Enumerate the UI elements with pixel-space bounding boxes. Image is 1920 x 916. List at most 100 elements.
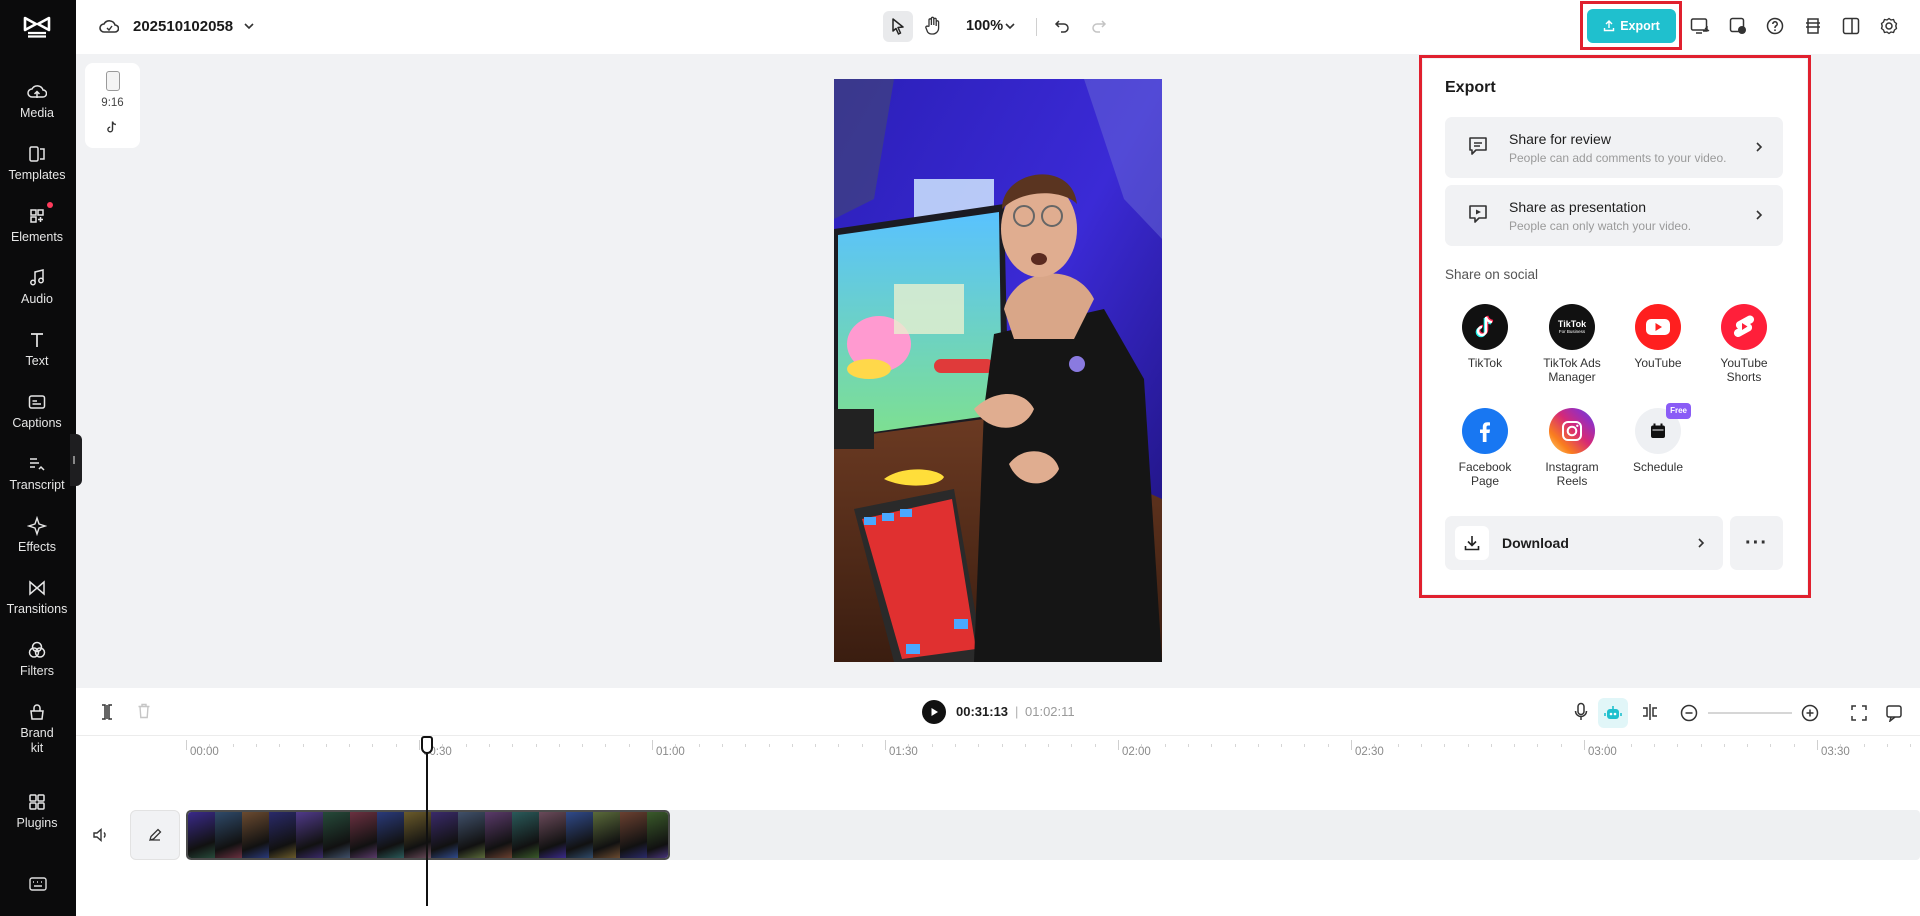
ruler-minor-tick	[512, 744, 514, 747]
zoom-in-icon[interactable]	[1801, 704, 1819, 722]
rail-collapse-handle[interactable]	[70, 434, 82, 486]
keyboard-icon[interactable]	[29, 877, 47, 891]
redo-icon[interactable]	[1091, 18, 1107, 34]
social-youtube[interactable]: YouTube	[1618, 304, 1698, 370]
video-clip[interactable]	[186, 810, 670, 860]
split-screen-icon[interactable]	[1641, 703, 1659, 721]
social-tiktok-label: TikTok	[1467, 356, 1503, 370]
layout-panel-icon[interactable]	[1842, 17, 1860, 35]
ruler-tick	[652, 740, 653, 750]
clip-thumbnail	[242, 812, 269, 858]
rail-item-text[interactable]: Text	[0, 330, 74, 369]
social-schedule[interactable]: Free Schedule	[1618, 403, 1698, 474]
ruler-minor-tick	[1560, 744, 1562, 747]
timeline[interactable]: 00:00 00:30 01:00 01:30 02:00 02:30 03:00 03:30	[76, 736, 1920, 916]
microphone-icon[interactable]	[1574, 702, 1588, 722]
social-instagram-reels[interactable]: Instagram Reels	[1532, 408, 1612, 488]
share-as-presentation-card[interactable]: Share as presentation People can only wa…	[1445, 185, 1783, 246]
ruler-minor-tick	[908, 744, 910, 747]
ruler-label: 01:30	[889, 746, 918, 758]
cloud-upload-icon	[27, 85, 47, 98]
chevron-down-icon[interactable]	[243, 22, 255, 30]
ruler-minor-tick	[815, 744, 817, 747]
ruler-minor-tick	[838, 744, 840, 747]
review-icon[interactable]	[1729, 17, 1747, 35]
share-as-presentation-title: Share as presentation	[1509, 199, 1646, 215]
project-title[interactable]: 202510102058	[133, 18, 233, 35]
pointer-icon[interactable]	[890, 17, 906, 35]
rail-item-plugins[interactable]: Plugins	[0, 792, 74, 831]
rail-item-brand-kit[interactable]: Brand kit	[0, 702, 74, 756]
download-button[interactable]: Download	[1445, 516, 1723, 570]
capcut-logo-icon[interactable]	[22, 14, 52, 40]
undo-icon[interactable]	[1054, 18, 1070, 34]
ruler-tick	[1351, 740, 1352, 750]
fit-screen-icon[interactable]	[1850, 704, 1868, 722]
video-preview[interactable]	[834, 79, 1162, 662]
rail-item-media[interactable]: Media	[0, 82, 74, 121]
playhead[interactable]	[425, 736, 428, 906]
share-as-presentation-subtitle: People can only watch your video.	[1509, 219, 1692, 233]
more-options-button[interactable]: ···	[1730, 516, 1783, 570]
social-tiktok-ads-manager[interactable]: TikTok For Business TikTok Ads Manager	[1532, 304, 1612, 384]
aspect-ratio-card[interactable]: 9:16	[85, 63, 140, 148]
rail-item-effects[interactable]: Effects	[0, 516, 74, 555]
calendar-icon: Free	[1635, 403, 1691, 454]
ruler-minor-tick	[1141, 744, 1143, 747]
edit-cover-button[interactable]	[130, 810, 180, 860]
ruler-minor-tick	[372, 744, 374, 747]
rail-item-filters[interactable]: Filters	[0, 640, 74, 679]
ruler-minor-tick	[349, 744, 351, 747]
playhead-handle[interactable]	[420, 736, 433, 754]
upload-icon	[1604, 20, 1615, 32]
music-note-icon	[30, 269, 44, 286]
layers-icon[interactable]	[1804, 17, 1822, 35]
comment-toggle-icon[interactable]	[1885, 704, 1903, 722]
tiktok-ads-icon: TikTok For Business	[1549, 304, 1595, 350]
settings-icon[interactable]	[1880, 17, 1898, 35]
plugins-icon	[29, 794, 45, 810]
export-panel: Export Share for review People can add c…	[1423, 59, 1807, 594]
ruler-minor-tick	[558, 744, 560, 747]
time-separator: |	[1015, 704, 1019, 719]
rail-item-captions[interactable]: Captions	[0, 392, 74, 431]
ai-robot-icon[interactable]	[1604, 704, 1622, 722]
rail-item-label: Transcript	[9, 478, 65, 492]
zoom-chevron-down-icon[interactable]	[1004, 22, 1016, 30]
rail-item-audio[interactable]: Audio	[0, 268, 74, 307]
timeline-zoom-slider[interactable]	[1708, 712, 1792, 714]
rail-item-label: Transitions	[6, 602, 68, 616]
share-on-social-label: Share on social	[1445, 267, 1539, 282]
rail-item-transitions[interactable]: Transitions	[0, 578, 74, 617]
social-tiktok[interactable]: TikTok	[1445, 304, 1525, 370]
present-icon[interactable]	[1690, 17, 1710, 35]
delete-icon[interactable]	[137, 703, 151, 719]
ruler-minor-tick	[1187, 744, 1189, 747]
cloud-sync-icon[interactable]	[99, 17, 119, 35]
pencil-icon	[149, 828, 162, 841]
ruler-minor-tick	[954, 744, 956, 747]
ruler-minor-tick	[1537, 744, 1539, 747]
hand-icon[interactable]	[924, 16, 942, 36]
zoom-level[interactable]: 100%	[966, 18, 1003, 34]
split-icon[interactable]	[100, 703, 114, 721]
share-for-review-card[interactable]: Share for review People can add comments…	[1445, 117, 1783, 178]
aspect-ratio-label: 9:16	[101, 97, 124, 109]
chevron-right-icon	[1698, 538, 1705, 548]
ruler-minor-tick	[582, 744, 584, 747]
rail-item-transcript[interactable]: Transcript	[0, 454, 74, 493]
volume-icon[interactable]	[92, 827, 110, 843]
ruler-minor-tick	[1281, 744, 1283, 747]
rail-item-elements[interactable]: Elements	[0, 202, 74, 245]
ruler-minor-tick	[1490, 744, 1492, 747]
help-icon[interactable]	[1766, 17, 1784, 35]
ruler-minor-tick	[325, 744, 327, 747]
rail-item-templates[interactable]: Templates	[0, 144, 74, 183]
export-button[interactable]: Export	[1587, 9, 1676, 43]
social-facebook-page[interactable]: Facebook Page	[1445, 408, 1525, 488]
ruler-minor-tick	[535, 744, 537, 747]
zoom-out-icon[interactable]	[1680, 704, 1698, 722]
play-button[interactable]	[922, 700, 946, 724]
social-instagram-label: Instagram Reels	[1545, 460, 1599, 488]
social-youtube-shorts[interactable]: YouTube Shorts	[1704, 304, 1784, 384]
